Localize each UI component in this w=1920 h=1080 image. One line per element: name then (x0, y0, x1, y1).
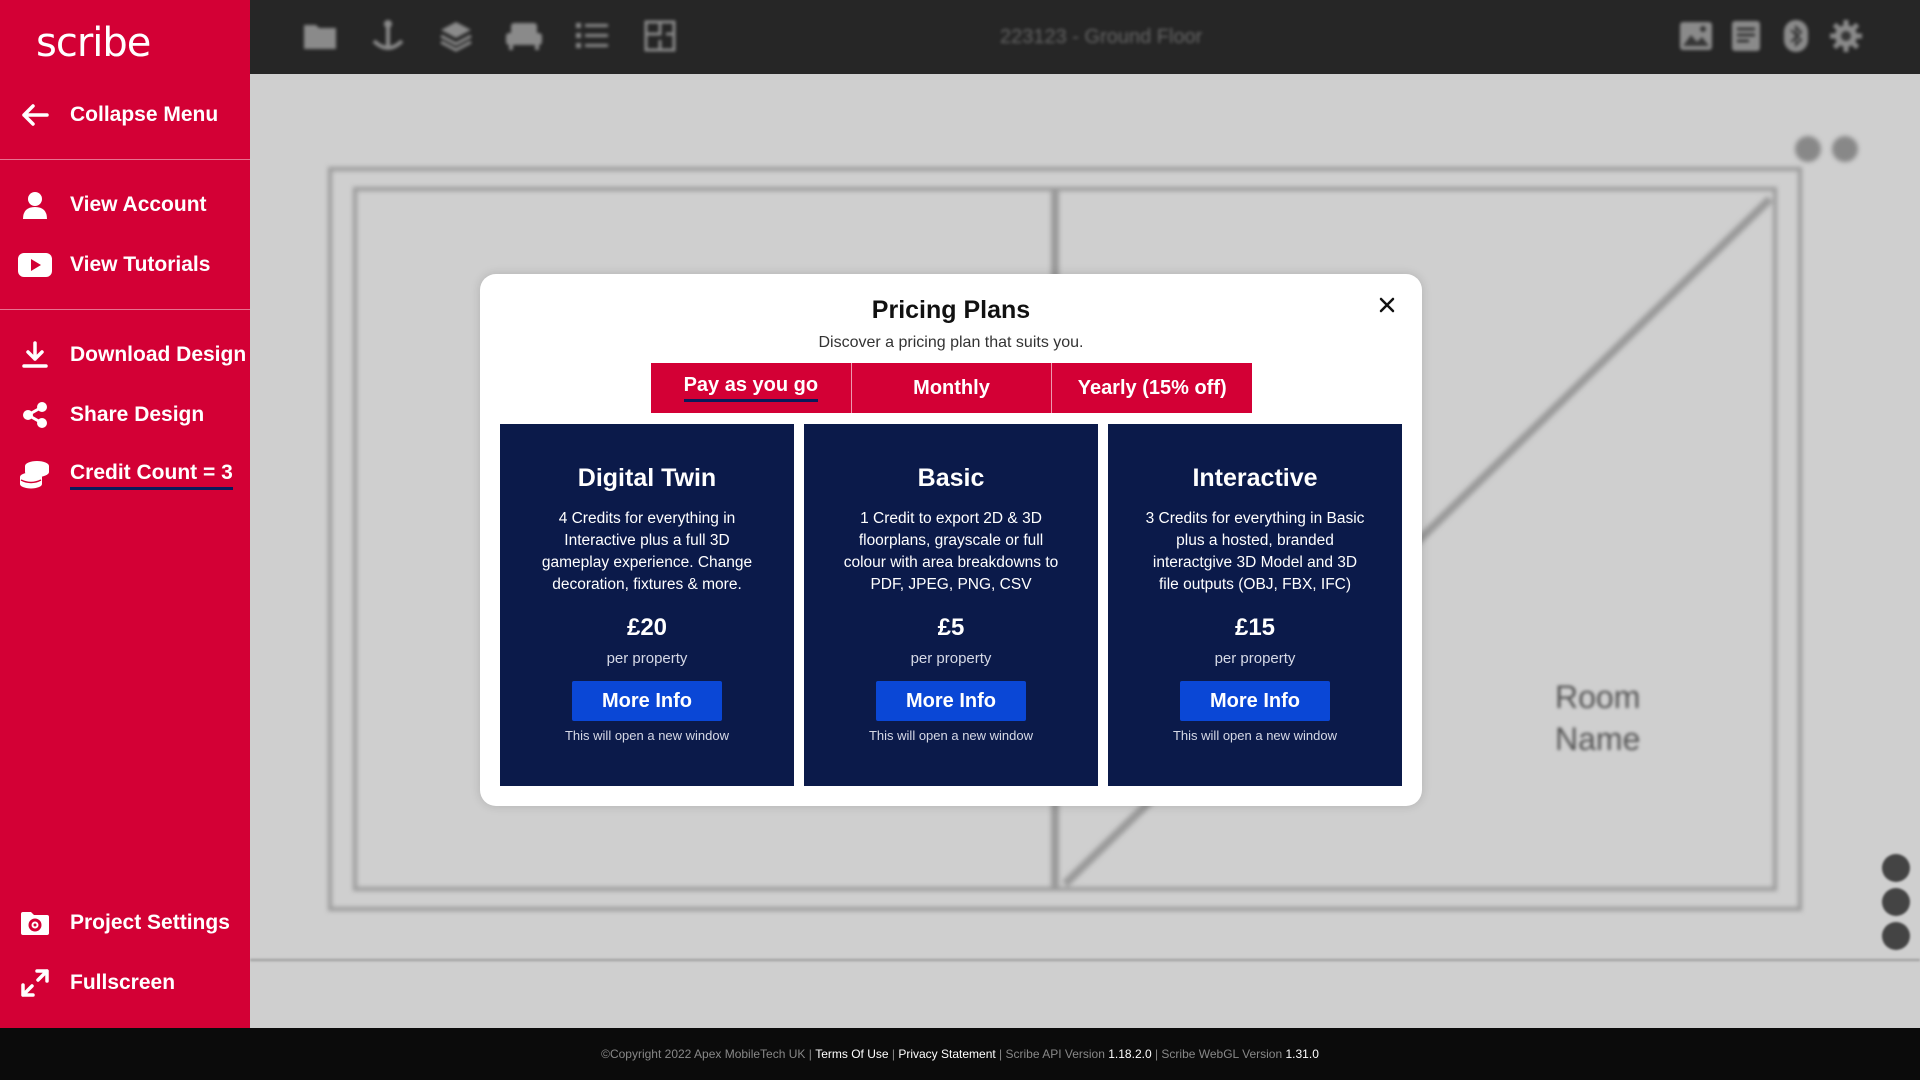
divider (0, 309, 250, 310)
top-toolbar: 223123 - Ground Floor (250, 0, 1920, 74)
download-design-button[interactable]: Download Design (0, 333, 250, 377)
floorplan-icon[interactable] (640, 16, 680, 56)
footer: ©Copyright 2022 Apex MobileTech UK | Ter… (0, 1028, 1920, 1080)
copyright-text: ©Copyright 2022 Apex MobileTech UK (601, 1047, 806, 1061)
room-label-line2: Name (1555, 721, 1641, 757)
webgl-version-label: Scribe WebGL Version (1161, 1047, 1283, 1061)
new-window-note: This will open a new window (1172, 728, 1338, 743)
plan-price: £5 (937, 614, 965, 641)
modal-subtitle: Discover a pricing plan that suits you. (818, 334, 1084, 351)
plan-card-digital-twin: Digital Twin 4 Credits for everything in… (500, 424, 794, 786)
api-version-value: 1.18.2.0 (1108, 1047, 1152, 1061)
modal-title: Pricing Plans (871, 296, 1031, 324)
plan-description: 3 Credits for everything in Basic plus a… (1145, 510, 1365, 593)
coins-icon (0, 460, 70, 490)
collapse-menu-button[interactable]: Collapse Menu (0, 93, 250, 137)
scribe-logo: scribe (36, 20, 151, 66)
more-info-button[interactable]: More Info (876, 681, 1026, 721)
layers-icon[interactable] (436, 16, 476, 56)
plan-cards: Digital Twin 4 Credits for everything in… (500, 424, 1402, 786)
ground-line (250, 959, 1920, 961)
plan-price-unit: per property (1214, 650, 1296, 667)
new-window-note: This will open a new window (868, 728, 1034, 743)
tab-yearly[interactable]: Yearly (15% off) (1052, 363, 1253, 413)
plan-name: Basic (917, 464, 985, 492)
plan-description: 1 Credit to export 2D & 3D floorplans, g… (843, 510, 1059, 593)
tab-pay-as-you-go[interactable]: Pay as you go (651, 363, 852, 413)
project-settings-button[interactable]: Project Settings (0, 901, 250, 945)
bluetooth-icon[interactable] (1776, 16, 1816, 56)
list-icon[interactable] (572, 16, 612, 56)
folder-settings-icon (0, 910, 70, 936)
plan-price: £20 (626, 614, 668, 641)
plan-card-basic: Basic 1 Credit to export 2D & 3D floorpl… (804, 424, 1098, 786)
fullscreen-button[interactable]: Fullscreen (0, 961, 250, 1005)
more-info-button[interactable]: More Info (1180, 681, 1330, 721)
plan-description: 4 Credits for everything in Interactive … (541, 510, 753, 593)
room-label: Room Name (1555, 676, 1640, 760)
sidebar: scribe Collapse Menu View Account View T… (0, 0, 250, 1028)
close-button[interactable] (1374, 294, 1400, 320)
document-icon[interactable] (1726, 16, 1766, 56)
plan-price-unit: per property (606, 650, 688, 667)
tab-label: Pay as you go (683, 374, 819, 402)
tab-label: Yearly (15% off) (1077, 376, 1227, 399)
arrow-left-icon (0, 103, 70, 127)
more-info-button[interactable]: More Info (572, 681, 722, 721)
project-title: 223123 - Ground Floor (1000, 26, 1203, 48)
close-icon (1379, 297, 1395, 318)
plan-name: Digital Twin (577, 464, 717, 492)
share-design-button[interactable]: Share Design (0, 393, 250, 437)
download-icon (0, 341, 70, 369)
view-account-button[interactable]: View Account (0, 183, 250, 227)
new-window-note: This will open a new window (564, 728, 730, 743)
folder-icon[interactable] (300, 16, 340, 56)
image-icon[interactable] (1676, 16, 1716, 56)
room-label-line1: Room (1555, 679, 1641, 715)
zoom-in-icon[interactable] (1882, 888, 1910, 916)
api-version-label: Scribe API Version (1005, 1047, 1105, 1061)
download-design-label: Download Design (70, 343, 247, 366)
plan-period-tabs: Pay as you go Monthly Yearly (15% off) (651, 363, 1253, 413)
divider (0, 159, 250, 160)
view-tutorials-label: View Tutorials (70, 253, 211, 276)
user-icon (0, 191, 70, 219)
view-account-label: View Account (70, 193, 207, 216)
fullscreen-label: Fullscreen (70, 971, 176, 994)
plan-price: £15 (1234, 614, 1276, 641)
separator: | (888, 1047, 899, 1061)
separator: | (1151, 1047, 1162, 1061)
separator: | (805, 1047, 816, 1061)
privacy-link[interactable]: Privacy Statement (898, 1047, 995, 1061)
credit-count-label: Credit Count = 3 (70, 461, 233, 490)
pan-control-icon[interactable] (1882, 854, 1910, 882)
share-design-label: Share Design (70, 403, 205, 426)
separator: | (995, 1047, 1006, 1061)
collapse-menu-label: Collapse Menu (70, 103, 219, 126)
youtube-icon (0, 253, 70, 277)
share-icon (0, 401, 70, 429)
expand-icon (0, 968, 70, 998)
tab-label: Monthly (913, 376, 990, 399)
plan-card-interactive: Interactive 3 Credits for everything in … (1108, 424, 1402, 786)
plan-name: Interactive (1192, 464, 1318, 492)
pricing-plans-modal: Pricing Plans Discover a pricing plan th… (480, 274, 1422, 806)
project-settings-label: Project Settings (70, 911, 230, 934)
webgl-version-value: 1.31.0 (1285, 1047, 1319, 1061)
zoom-out-icon[interactable] (1882, 922, 1910, 950)
credit-count-button[interactable]: Credit Count = 3 (0, 453, 250, 497)
terms-link[interactable]: Terms Of Use (815, 1047, 888, 1061)
sofa-icon[interactable] (504, 16, 544, 56)
view-tutorials-button[interactable]: View Tutorials (0, 243, 250, 287)
anchor-icon[interactable] (368, 16, 408, 56)
tab-monthly[interactable]: Monthly (851, 363, 1053, 413)
settings-gear-icon[interactable] (1826, 16, 1866, 56)
plan-price-unit: per property (910, 650, 992, 667)
